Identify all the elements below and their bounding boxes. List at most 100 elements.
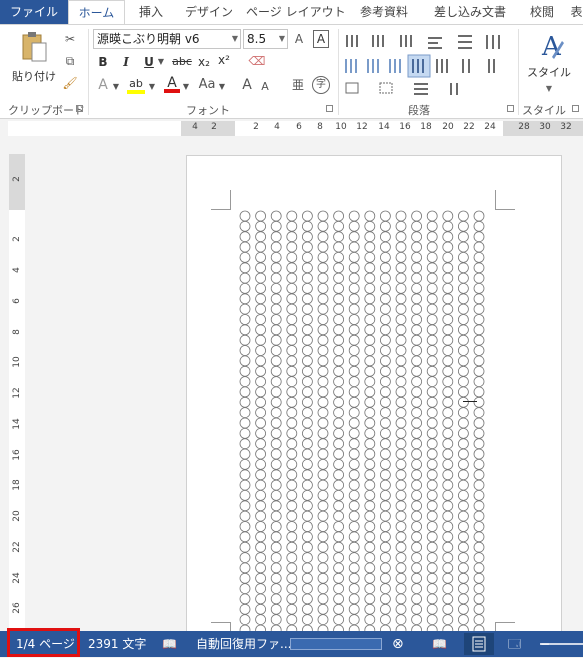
clear-format-icon[interactable]: ⌫ — [248, 53, 266, 69]
superscript-button[interactable]: x² — [216, 52, 232, 68]
chevron-down-icon[interactable]: ▼ — [157, 54, 165, 70]
tab-insert[interactable]: 挿入 — [128, 0, 174, 24]
paste-button[interactable]: 貼り付け — [10, 31, 58, 85]
font-launcher-icon[interactable] — [326, 105, 333, 112]
grid-cell-circle — [348, 386, 360, 398]
proofing-icon[interactable]: 📖 — [162, 631, 177, 657]
phonetic-guide-icon[interactable]: 亜 — [290, 77, 306, 93]
grid-cell-circle — [379, 427, 391, 439]
grid-cell-circle — [473, 334, 485, 346]
grid-cell-circle — [348, 365, 360, 377]
grow-font-button[interactable]: A — [240, 77, 254, 93]
ruler-number: 20 — [442, 122, 454, 132]
tab-home[interactable]: ホーム — [68, 0, 125, 24]
highlight-color-button[interactable]: ab — [127, 75, 145, 94]
clipboard-launcher-icon[interactable] — [76, 105, 83, 112]
grid-cell-circle — [302, 458, 313, 470]
grid-cell-circle — [473, 458, 485, 470]
subscript-button[interactable]: x₂ — [196, 54, 212, 70]
ruler-number: 18 — [12, 479, 22, 491]
chevron-down-icon[interactable]: ▼ — [148, 79, 156, 95]
grid-cell-circle — [333, 272, 345, 284]
web-layout-icon[interactable]: 🗔 — [508, 631, 521, 657]
grid-cell-circle — [473, 210, 485, 222]
tab-references[interactable]: 参考資料 — [351, 0, 417, 24]
copy-icon[interactable]: ⧉ — [62, 53, 78, 69]
grid-cell-circle — [270, 355, 282, 367]
grid-cell-circle — [239, 282, 251, 294]
zoom-out-icon[interactable]: − — [540, 631, 550, 657]
grid-cell-circle — [286, 314, 298, 325]
chevron-down-icon[interactable]: ▼ — [218, 79, 226, 95]
grid-cell-circle — [442, 448, 454, 460]
grid-cell-circle — [333, 355, 345, 367]
horizontal-ruler[interactable]: 4 2 2 4 6 8 10 12 14 16 18 20 22 24 28 3… — [8, 121, 583, 136]
grid-cell-circle — [302, 241, 313, 253]
styles-button[interactable]: A スタイル ▼ — [524, 31, 574, 97]
grid-cell-circle — [442, 593, 454, 605]
font-color-button[interactable]: A — [164, 75, 180, 93]
grid-cell-circle — [473, 531, 485, 543]
tab-file[interactable]: ファイル — [0, 0, 68, 24]
vertical-ruler[interactable]: 2 2 4 6 8 10 12 14 16 18 20 22 24 26 — [9, 154, 25, 631]
grid-cell-circle — [302, 262, 313, 274]
text-effect-icon[interactable]: A — [96, 77, 110, 93]
char-border-icon[interactable]: A — [313, 30, 329, 48]
format-painter-icon[interactable]: 🖌 — [62, 75, 78, 91]
tab-mailings[interactable]: 差し込み文書 — [428, 0, 512, 24]
font-name-combo[interactable]: 源暎こぶり明朝 v6 ▼ — [93, 29, 241, 49]
grid-cell-circle — [411, 438, 423, 450]
underline-button[interactable]: U — [141, 54, 157, 70]
grid-cell-circle — [473, 303, 485, 315]
tab-review[interactable]: 校閲 — [521, 0, 563, 24]
chevron-down-icon[interactable]: ▼ — [112, 79, 120, 95]
manuscript-grid — [239, 210, 485, 631]
grid-cell-circle — [457, 541, 469, 553]
grid-cell-circle — [364, 438, 376, 450]
grid-cell-circle — [426, 324, 438, 336]
grid-cell-circle — [457, 427, 469, 439]
grid-cell-circle — [411, 231, 423, 243]
grid-cell-circle — [473, 552, 485, 564]
tab-view[interactable]: 表 — [570, 0, 583, 24]
document-page[interactable] — [186, 155, 562, 631]
grid-cell-circle — [239, 355, 251, 367]
grid-cell-circle — [379, 603, 391, 615]
paragraph-launcher-icon[interactable] — [507, 105, 514, 112]
grid-cell-circle — [379, 262, 391, 274]
grid-cell-circle — [473, 314, 485, 325]
grid-cell-circle — [286, 345, 298, 356]
grid-cell-circle — [302, 345, 313, 356]
tab-page-layout[interactable]: ページ レイアウト — [246, 0, 346, 24]
grid-cell-circle — [411, 448, 423, 460]
enclose-char-icon[interactable]: 字 — [312, 76, 330, 94]
grid-cell-circle — [426, 541, 438, 553]
font-size-grow-icon[interactable]: A — [293, 31, 305, 47]
autosave-status: 自動回復用ファ... — [196, 637, 292, 651]
grid-cell-circle — [286, 303, 298, 315]
print-layout-icon[interactable] — [464, 633, 494, 655]
grid-cell-circle — [473, 272, 485, 284]
grid-cell-circle — [239, 572, 251, 584]
font-size-combo[interactable]: 8.5 ▼ — [243, 29, 288, 49]
grid-cell-circle — [457, 448, 469, 460]
strikethrough-button[interactable]: abc — [172, 54, 192, 70]
styles-launcher-icon[interactable] — [572, 105, 579, 112]
change-case-button[interactable]: Aa — [196, 77, 218, 93]
cut-icon[interactable]: ✂ — [62, 31, 78, 47]
shrink-font-button[interactable]: A — [258, 79, 272, 95]
italic-button[interactable]: I — [119, 54, 133, 70]
bold-button[interactable]: B — [96, 54, 110, 70]
ruler-number: 24 — [12, 572, 22, 584]
grid-cell-circle — [379, 531, 391, 543]
grid-cell-circle — [395, 376, 407, 388]
tab-design[interactable]: デザイン — [178, 0, 240, 24]
grid-cell-circle — [270, 314, 282, 325]
word-count-status[interactable]: 2391 文字 — [88, 631, 146, 657]
cancel-icon[interactable]: ⊗ — [392, 631, 404, 657]
grid-cell-circle — [239, 303, 251, 315]
grid-cell-circle — [255, 355, 266, 367]
chevron-down-icon[interactable]: ▼ — [182, 79, 190, 95]
read-mode-icon[interactable]: 📖 — [432, 631, 447, 657]
grid-cell-circle — [255, 458, 266, 470]
